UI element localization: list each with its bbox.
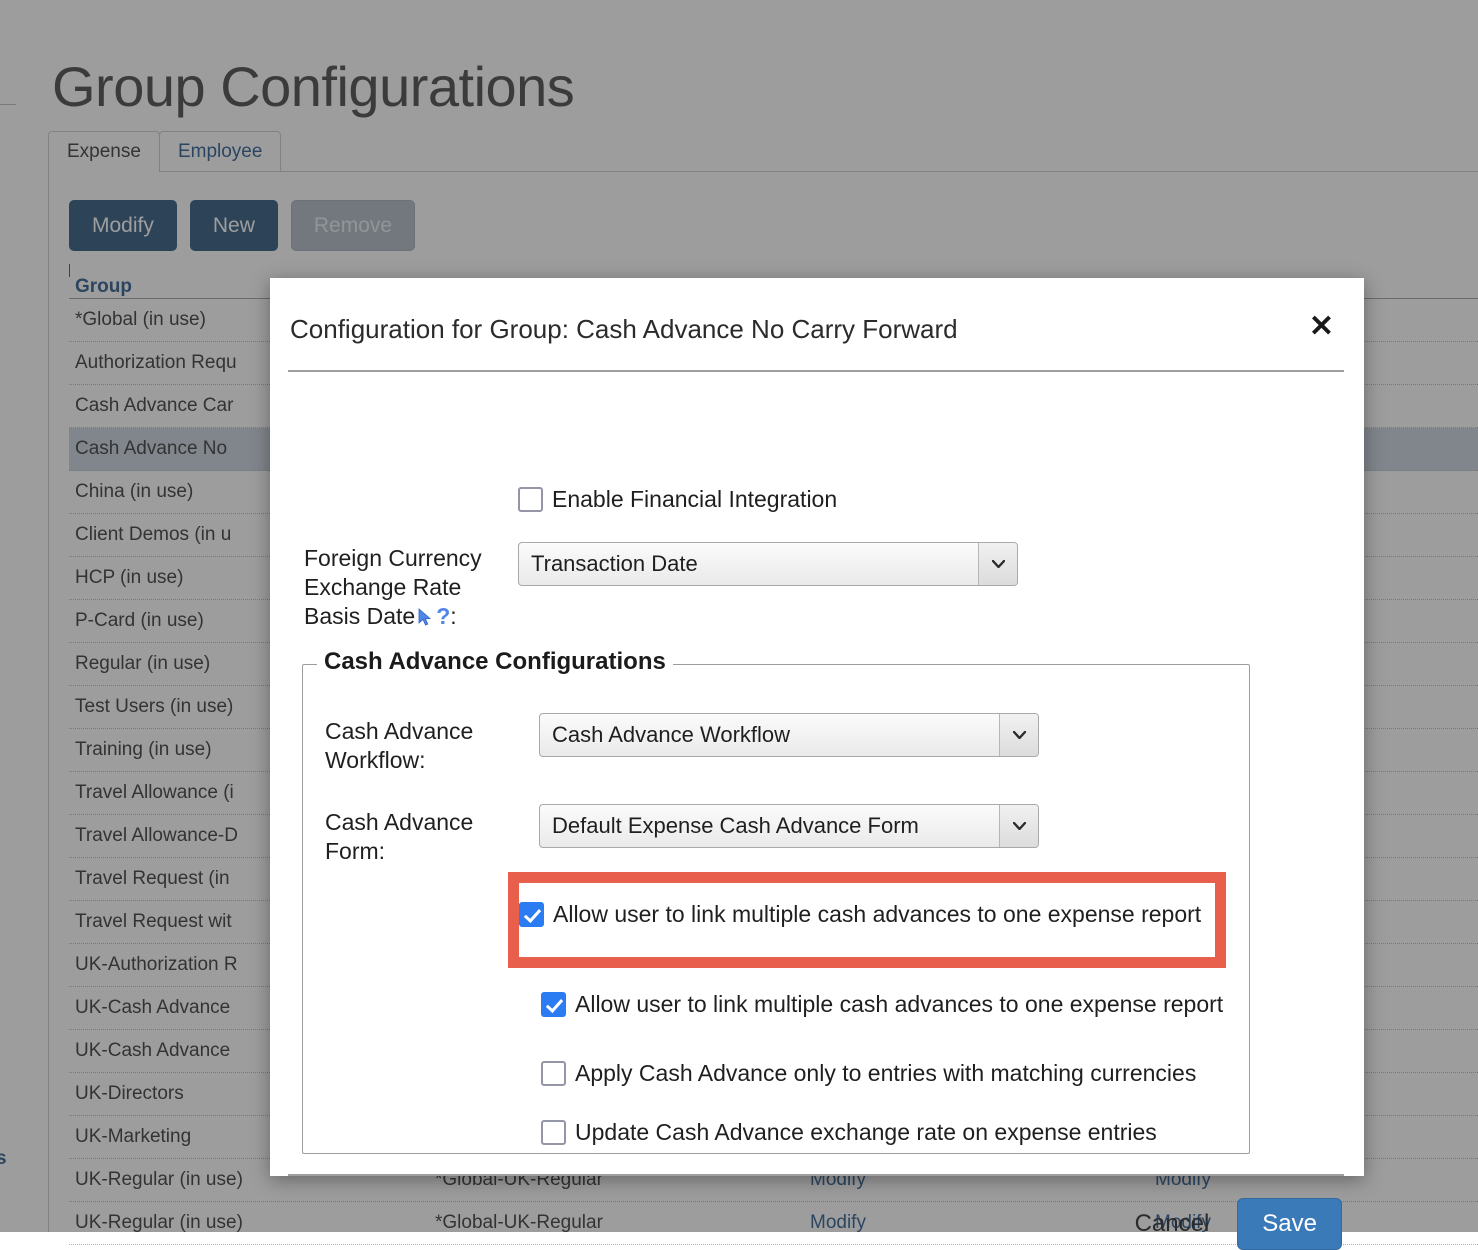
apply-matching-currencies-label: Apply Cash Advance only to entries with … [575, 1060, 1197, 1086]
help-question-icon[interactable]: ? [436, 603, 450, 629]
apply-matching-currencies-checkbox[interactable] [541, 1061, 566, 1087]
allow-link-multiple-label: Allow user to link multiple cash advance… [575, 991, 1224, 1017]
highlighted-allow-link-multiple-row[interactable]: Allow user to link multiple cash advance… [519, 900, 1201, 929]
highlighted-allow-link-multiple-checkbox[interactable] [519, 902, 544, 928]
allow-link-multiple-row[interactable]: Allow user to link multiple cash advance… [541, 990, 1223, 1019]
ca-workflow-label-line2: Workflow: [325, 746, 426, 773]
fx-label-colon: : [450, 602, 457, 629]
dialog-footer: Cancel Save [1125, 1198, 1342, 1250]
ca-form-label-line2: Form: [325, 837, 386, 864]
chevron-down-icon [999, 714, 1038, 756]
allow-link-multiple-checkbox[interactable] [541, 992, 566, 1018]
enable-financial-integration-row[interactable]: Enable Financial Integration [518, 485, 837, 514]
enable-financial-integration-label: Enable Financial Integration [552, 486, 838, 512]
cash-advance-configurations-legend: Cash Advance Configurations [317, 648, 673, 676]
fx-basis-date-label: Foreign Currency Exchange Rate Basis Dat… [304, 544, 504, 631]
fx-basis-date-select[interactable]: Transaction Date [518, 542, 1018, 586]
close-icon[interactable]: ✕ [1309, 312, 1334, 342]
dialog-title: Configuration for Group: Cash Advance No… [290, 314, 958, 344]
cash-advance-form-select[interactable]: Default Expense Cash Advance Form [539, 804, 1039, 848]
help-cursor-icon[interactable] [418, 606, 435, 626]
cash-advance-workflow-select[interactable]: Cash Advance Workflow [539, 713, 1039, 757]
cash-advance-form-label: Cash Advance Form: [325, 808, 515, 866]
header-divider [288, 370, 1344, 372]
group-configuration-dialog: Configuration for Group: Cash Advance No… [270, 278, 1364, 1250]
chevron-down-icon [978, 543, 1017, 585]
chevron-down-icon [999, 805, 1038, 847]
cash-advance-form-value: Default Expense Cash Advance Form [552, 813, 919, 838]
fx-label-line2: Exchange Rate [304, 573, 462, 600]
apply-matching-currencies-row[interactable]: Apply Cash Advance only to entries with … [541, 1059, 1196, 1088]
ca-workflow-label-line1: Cash Advance [325, 718, 474, 744]
cash-advance-workflow-value: Cash Advance Workflow [552, 722, 791, 747]
save-button[interactable]: Save [1237, 1198, 1342, 1250]
fx-basis-date-value: Transaction Date [531, 551, 698, 576]
fx-label-line1: Foreign Currency [304, 545, 482, 571]
update-exchange-rate-row[interactable]: Update Cash Advance exchange rate on exp… [541, 1118, 1157, 1147]
cancel-button[interactable]: Cancel [1125, 1202, 1220, 1246]
update-exchange-rate-checkbox[interactable] [541, 1120, 566, 1146]
highlighted-allow-link-multiple-label: Allow user to link multiple cash advance… [553, 901, 1202, 927]
cash-advance-workflow-label: Cash Advance Workflow: [325, 717, 515, 775]
ca-form-label-line1: Cash Advance [325, 809, 474, 835]
dialog-header: Configuration for Group: Cash Advance No… [270, 278, 1364, 374]
footer-divider [288, 1174, 1344, 1176]
update-exchange-rate-label: Update Cash Advance exchange rate on exp… [575, 1119, 1157, 1145]
fx-label-line3: Basis Date [304, 602, 416, 629]
enable-financial-integration-checkbox[interactable] [518, 487, 543, 513]
